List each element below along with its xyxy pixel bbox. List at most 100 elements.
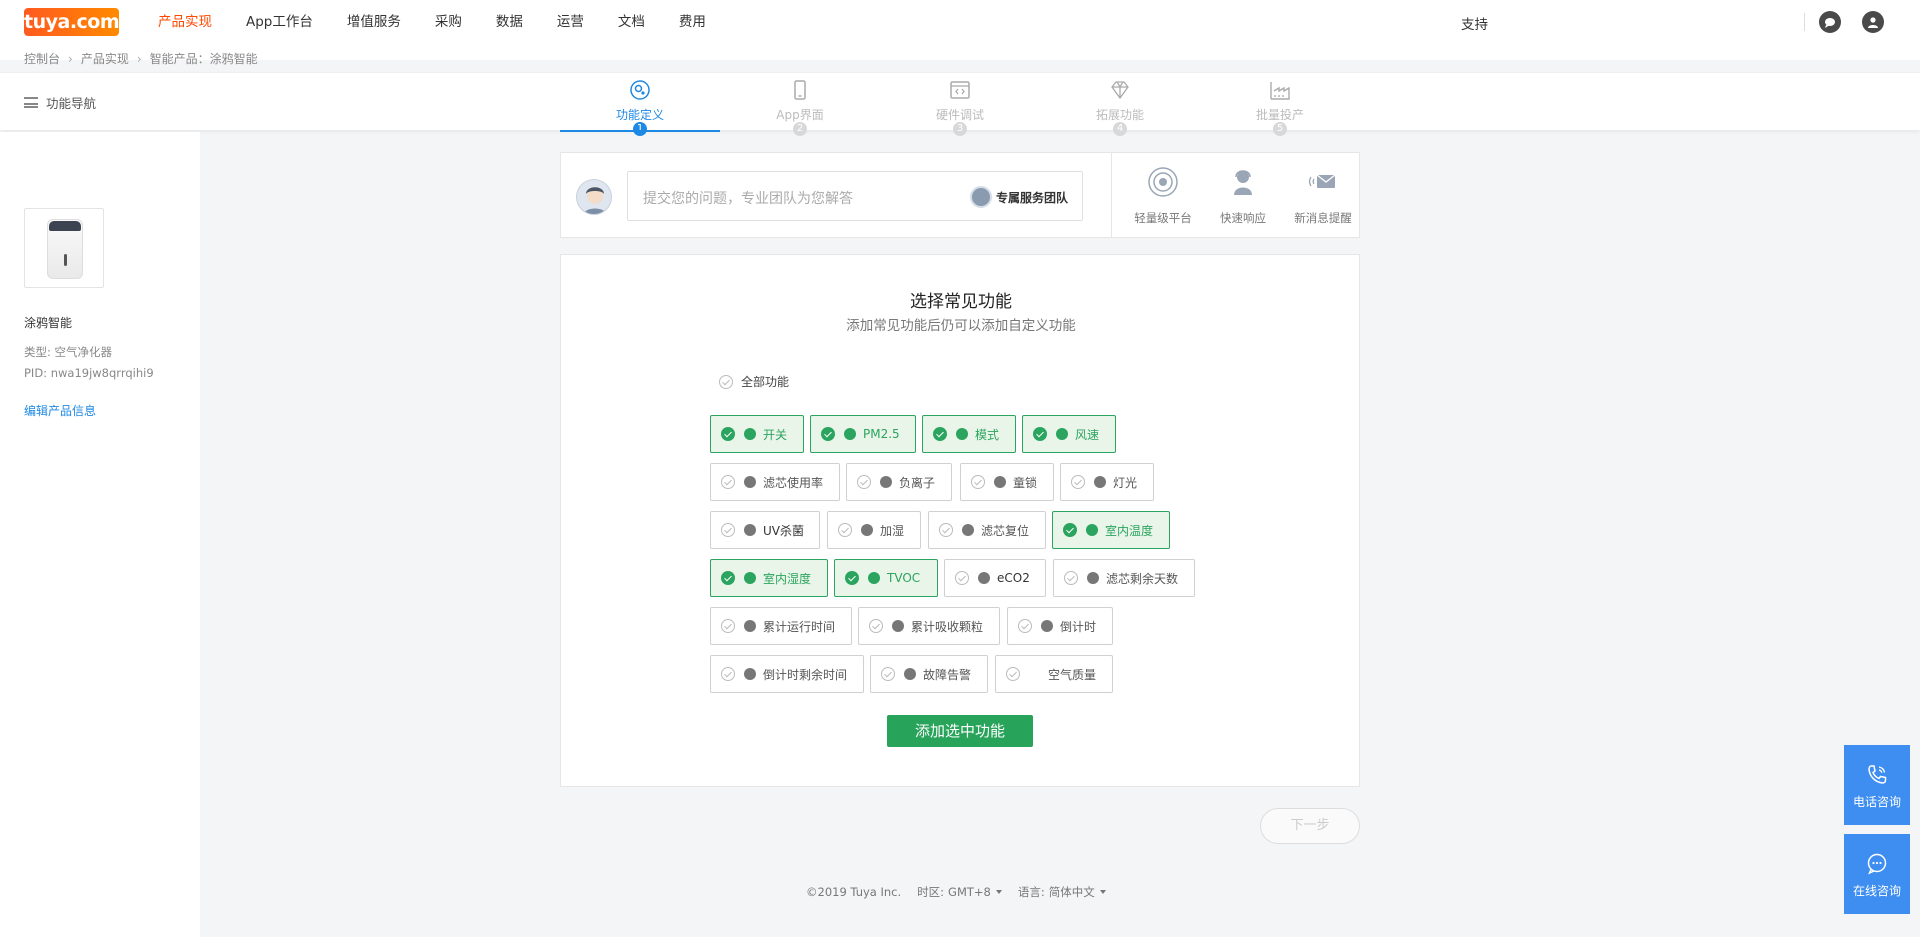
- select-all-checkbox[interactable]: 全部功能: [719, 373, 789, 390]
- footer: ©2019 Tuya Inc. 时区: GMT+8 语言: 简体中文: [806, 884, 1122, 900]
- step-function-definition[interactable]: 功能定义 1: [560, 73, 720, 136]
- nav-item-app-workbench[interactable]: App工作台: [246, 12, 313, 32]
- step-app-ui[interactable]: App界面 2: [720, 73, 880, 136]
- function-chip-anion[interactable]: 负离子: [846, 463, 952, 501]
- team-label: 专属服务团队: [995, 190, 1068, 205]
- next-step-button[interactable]: 下一步: [1260, 808, 1360, 844]
- function-chip-light[interactable]: 灯光: [1060, 463, 1154, 501]
- function-chip-air-quality[interactable]: 空气质量: [995, 655, 1113, 693]
- step-bar: 功能导航 功能定义 1 App界面 2 硬件调试 3 拓展功能 4 批量投产 5: [0, 72, 1920, 136]
- check-circle-icon: [1018, 619, 1032, 633]
- function-chip-filter-usage[interactable]: 滤芯使用率: [710, 463, 840, 501]
- select-all-label: 全部功能: [741, 375, 790, 389]
- feature-label: 快速响应: [1220, 211, 1266, 225]
- factory-icon: [1270, 82, 1290, 100]
- breadcrumb-current: 智能产品：涂鸦智能: [149, 52, 258, 66]
- chat-bubble-icon: [1867, 853, 1887, 875]
- absorb-icon: [892, 620, 904, 632]
- step-label: 硬件调试: [935, 108, 984, 122]
- copyright: ©2019 Tuya Inc.: [806, 885, 902, 899]
- language-selector[interactable]: 语言: 简体中文: [1018, 884, 1106, 900]
- check-circle-icon: [881, 667, 895, 681]
- step-hardware-debug[interactable]: 硬件调试 3: [880, 73, 1040, 136]
- nav-item-product[interactable]: 产品实现: [158, 12, 212, 32]
- power-icon: [744, 428, 756, 440]
- function-chip-countdown-remaining[interactable]: 倒计时剩余时间: [710, 655, 864, 693]
- timezone-selector[interactable]: 时区: GMT+8: [917, 884, 1002, 900]
- card-title: 选择常见功能: [910, 292, 1012, 312]
- breadcrumb-separator: ›: [68, 51, 73, 66]
- function-nav-toggle[interactable]: 功能导航: [24, 93, 96, 112]
- help-bar: 提交您的问题，专业团队为您解答 专属服务团队 轻量级平台 快速响应 新消息提醒: [560, 152, 1360, 238]
- nav-item-operations[interactable]: 运营: [557, 12, 584, 32]
- tuya-logo[interactable]: tuya.com: [24, 8, 120, 36]
- check-circle-icon: [721, 523, 735, 537]
- check-circle-icon: [721, 571, 735, 585]
- air-quality-icon: [1029, 668, 1041, 680]
- function-chip-total-runtime[interactable]: 累计运行时间: [710, 607, 852, 645]
- feature-message-alert: 新消息提醒: [1283, 165, 1363, 226]
- step-label: 拓展功能: [1095, 108, 1144, 122]
- check-circle-icon: [1063, 523, 1077, 537]
- nav-item-value-added[interactable]: 增值服务: [347, 12, 401, 32]
- function-chip-power[interactable]: 开关: [710, 415, 804, 453]
- gear-icon: [630, 80, 650, 100]
- breadcrumb-product[interactable]: 产品实现: [81, 50, 129, 67]
- function-chip-total-particles[interactable]: 累计吸收颗粒: [858, 607, 1000, 645]
- function-chip-eco2[interactable]: eCO2: [944, 559, 1046, 597]
- chevron-down-icon: [1099, 890, 1106, 894]
- edit-product-info-link[interactable]: 编辑产品信息: [24, 402, 96, 419]
- feature-lightweight: 轻量级平台: [1123, 165, 1203, 226]
- feature-label: 轻量级平台: [1134, 211, 1192, 225]
- nav-item-billing[interactable]: 费用: [679, 12, 706, 32]
- step-mass-production[interactable]: 批量投产 5: [1200, 73, 1360, 136]
- function-chip-filter-reset[interactable]: 滤芯复位: [928, 511, 1046, 549]
- main-nav: 产品实现 App工作台 增值服务 采购 数据 运营 文档 费用: [158, 12, 740, 32]
- function-chip-tvoc[interactable]: TVOC: [834, 559, 938, 597]
- nav-item-purchase[interactable]: 采购: [435, 12, 462, 32]
- breadcrumb-console[interactable]: 控制台: [24, 50, 60, 67]
- check-circle-icon: [857, 475, 871, 489]
- product-type: 类型: 空气净化器: [24, 345, 113, 359]
- step-number: 2: [793, 122, 807, 136]
- message-icon[interactable]: [1819, 11, 1841, 33]
- phone-consult-label: 电话咨询: [1852, 795, 1901, 809]
- function-chip-filter-days-left[interactable]: 滤芯剩余天数: [1053, 559, 1195, 597]
- function-chip-pm25[interactable]: PM2.5: [810, 415, 916, 453]
- function-chip-child-lock[interactable]: 童锁: [960, 463, 1054, 501]
- support-link[interactable]: 支持: [1461, 13, 1488, 33]
- user-avatar-icon[interactable]: [1862, 11, 1884, 33]
- feature-fast-response: 快速响应: [1203, 165, 1283, 226]
- question-input[interactable]: 提交您的问题，专业团队为您解答 专属服务团队: [627, 171, 1083, 221]
- support-agent-icon: [1234, 170, 1252, 195]
- mail-icon: [1308, 174, 1336, 188]
- step-label: 批量投产: [1255, 108, 1304, 122]
- function-chip-fan-speed[interactable]: 风速: [1022, 415, 1116, 453]
- step-extended-functions[interactable]: 拓展功能 4: [1040, 73, 1200, 136]
- nav-item-data[interactable]: 数据: [496, 12, 523, 32]
- filter-icon: [744, 476, 756, 488]
- add-selected-functions-button[interactable]: 添加选中功能: [887, 715, 1033, 747]
- nav-item-docs[interactable]: 文档: [618, 12, 645, 32]
- function-chip-humidify[interactable]: 加湿: [827, 511, 921, 549]
- function-chip-uv[interactable]: UV杀菌: [710, 511, 820, 549]
- function-chip-mode[interactable]: 模式: [922, 415, 1016, 453]
- service-team-badge[interactable]: 专属服务团队: [969, 186, 1068, 208]
- phone-consult-button[interactable]: 电话咨询: [1844, 745, 1910, 825]
- fan-icon: [1056, 428, 1068, 440]
- function-chip-fault-alarm[interactable]: 故障告警: [870, 655, 988, 693]
- ion-icon: [880, 476, 892, 488]
- function-chip-indoor-temperature[interactable]: 室内温度: [1052, 511, 1170, 549]
- check-circle-icon: [721, 667, 735, 681]
- function-chip-countdown[interactable]: 倒计时: [1007, 607, 1113, 645]
- target-icon: [1148, 167, 1178, 197]
- tvoc-icon: [868, 572, 880, 584]
- step-number: 1: [633, 122, 647, 136]
- help-divider: [1111, 153, 1112, 237]
- function-chip-indoor-humidity[interactable]: 室内湿度: [710, 559, 828, 597]
- phone-icon: [794, 80, 806, 100]
- menu-icon: [24, 97, 38, 108]
- co2-icon: [978, 572, 990, 584]
- check-circle-icon: [821, 427, 835, 441]
- online-consult-button[interactable]: 在线咨询: [1844, 834, 1910, 914]
